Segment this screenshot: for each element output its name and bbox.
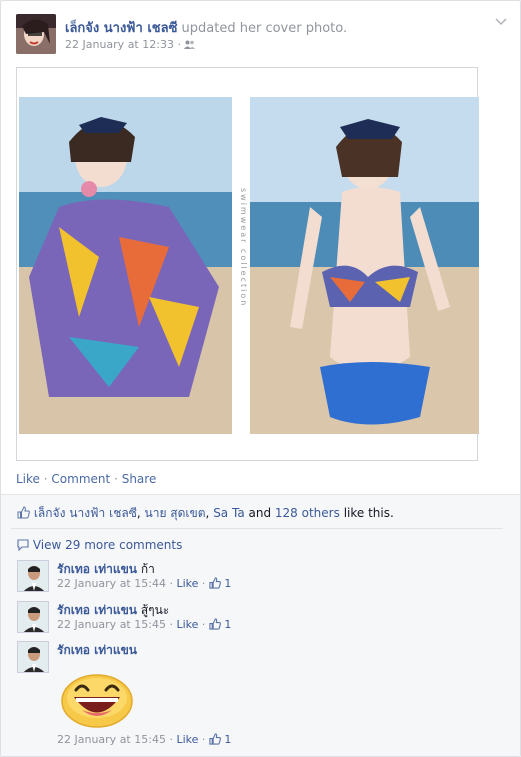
commenter-name[interactable]: รักเทอ เท่าแขน [57,643,137,657]
comment-meta: 22 January at 15:45 · Like · 1 [57,733,232,746]
actions-separator: · [43,472,48,486]
like-link[interactable]: Like [16,472,40,486]
story-header: เล็กจัง นางฟ้า เชลซี updated her cover p… [16,14,508,56]
comment-like-count[interactable]: 1 [224,577,231,590]
comment-like-count[interactable]: 1 [224,618,231,631]
comment-body: รักเทอ เท่าแขน [57,641,137,660]
like-thumb-icon[interactable] [209,577,221,590]
feed-story: เล็กจัง นางฟ้า เชลซี updated her cover p… [0,0,521,757]
friends-icon[interactable] [184,38,196,51]
commenter-avatar[interactable] [17,560,49,592]
comment-like-link[interactable]: Like [176,577,198,590]
comment-meta: 22 January at 15:45 · Like · 1 [57,618,232,631]
photo-watermark-text: swimwear collection [239,188,248,308]
likers-others-link[interactable]: 128 others [275,506,340,520]
cover-photo-right [250,97,479,434]
liker-link[interactable]: Sa Ta [213,506,244,520]
liker-link[interactable]: นาย สุดเขต [145,506,206,520]
commenter-avatar[interactable] [17,601,49,633]
feedback-section: เล็กจัง นางฟ้า เชลซี, นาย สุดเขต, Sa Ta … [1,494,520,756]
comment-meta: 22 January at 15:44 · Like · 1 [57,577,232,590]
share-link[interactable]: Share [122,472,157,486]
comment-timestamp[interactable]: 22 January at 15:45 [57,733,166,746]
comment-bubble-icon [17,538,33,552]
author-name[interactable]: เล็กจัง นางฟ้า เชลซี [65,21,177,36]
story-action: updated her cover photo. [181,21,348,36]
view-more-comments[interactable]: View 29 more comments [17,538,182,552]
like-comma: , [136,506,141,520]
comment-text: ก้า [140,562,155,576]
meta-separator: · [177,38,181,51]
smiley-sticker-icon [60,670,134,728]
comment-like-link[interactable]: Like [176,733,198,746]
story-timestamp[interactable]: 22 January at 12:33 [65,38,174,51]
actions-separator: · [114,472,118,486]
like-sentence: เล็กจัง นางฟ้า เชลซี, นาย สุดเขต, Sa Ta … [17,504,394,523]
cover-photo-left [19,97,232,434]
comment-link[interactable]: Comment [51,472,110,486]
like-thumb-icon[interactable] [209,733,221,746]
cover-photo[interactable]: swimwear collection [16,67,479,461]
story-title: เล็กจัง นางฟ้า เชลซี updated her cover p… [65,17,347,38]
comment-text: สู้ๆนะ [140,603,170,617]
like-comma: , [205,506,210,520]
comment-timestamp[interactable]: 22 January at 15:45 [57,618,166,631]
story-meta: 22 January at 12:33 · [65,38,196,51]
view-more-label: View 29 more comments [32,538,183,552]
commenter-avatar[interactable] [17,641,49,673]
like-thumb-icon[interactable] [209,618,221,631]
comment-like-link[interactable]: Like [176,618,198,631]
commenter-name[interactable]: รักเทอ เท่าแขน [57,603,137,617]
like-suffix: like this. [343,506,394,520]
like-thumb-icon [17,506,34,520]
like-and: and [248,506,272,520]
liker-link[interactable]: เล็กจัง นางฟ้า เชลซี [34,506,137,520]
divider [11,528,503,529]
story-actions: Like · Comment · Share [16,472,156,486]
commenter-name[interactable]: รักเทอ เท่าแขน [57,562,137,576]
comment-timestamp[interactable]: 22 January at 15:44 [57,577,166,590]
comment-like-count[interactable]: 1 [224,733,231,746]
chevron-down-icon[interactable] [494,16,508,30]
author-avatar[interactable] [16,14,56,54]
